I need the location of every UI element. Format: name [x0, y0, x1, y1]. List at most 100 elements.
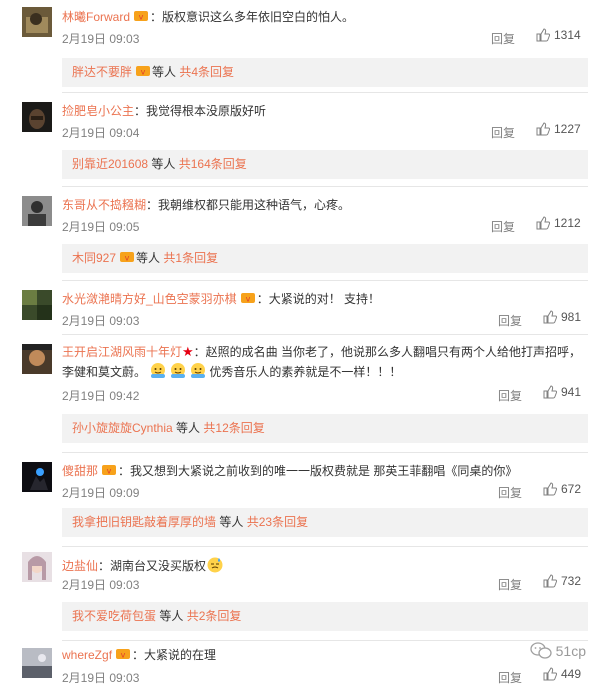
divider: [62, 280, 588, 281]
watermark-text: 51cp: [555, 643, 586, 659]
emoji-hug-icon: [171, 363, 186, 378]
avatar[interactable]: [22, 344, 52, 374]
subreply-middle: 等人: [152, 65, 177, 79]
svg-text:v: v: [141, 68, 146, 77]
avatar[interactable]: [22, 462, 52, 492]
avatar[interactable]: [22, 648, 52, 678]
like-button[interactable]: 732: [543, 574, 581, 588]
subreply-count[interactable]: 共1条回复: [163, 251, 218, 265]
username-link[interactable]: 东哥从不捣糨糊: [62, 198, 146, 212]
like-count: 1314: [554, 28, 581, 42]
comment-line: 傻甜那 v ：我又想到大紧说之前收到的唯一一版权费就是 那英王菲翻唱《同桌的你》: [62, 462, 588, 480]
comment-line: 林曦Forward v ：版权意识这么多年依旧空白的怕人。: [62, 8, 588, 26]
like-button[interactable]: 449: [543, 667, 581, 681]
avatar[interactable]: [22, 552, 52, 582]
comment-item: whereZgf v ：大紧说的在理 2月19日 09:03 回复 449: [0, 644, 600, 686]
vip-badge-icon: v: [240, 293, 255, 304]
subreply-user[interactable]: 我拿把旧钥匙敲着厚厚的墙: [72, 515, 216, 529]
comment-time: 2月19日 09:03: [62, 671, 140, 685]
subreply-summary[interactable]: 胖达不要胖 v 等人 共4条回复: [62, 58, 588, 87]
reply-button[interactable]: 回复: [491, 218, 515, 235]
vip-badge-icon: v: [134, 11, 149, 22]
comment-text: ：版权意识这么多年依旧空白的怕人。: [150, 10, 355, 24]
comment-line: 水光潋滟晴方好_山色空蒙羽亦棋 v ：大紧说的对！ 支持！: [62, 290, 588, 308]
reply-button[interactable]: 回复: [491, 30, 515, 47]
avatar[interactable]: [22, 102, 52, 132]
subreply-user[interactable]: 别靠近201608: [72, 157, 148, 171]
comment-item: 傻甜那 v ：我又想到大紧说之前收到的唯一一版权费就是 那英王菲翻唱《同桌的你》 2…: [0, 456, 600, 548]
like-count: 1212: [554, 216, 581, 230]
subreply-summary[interactable]: 别靠近201608 等人 共164条回复: [62, 150, 588, 179]
svg-text:v: v: [245, 295, 250, 304]
divider: [62, 452, 588, 453]
subreply-user[interactable]: 孙小旋旋旋Cynthia: [72, 421, 173, 435]
comment-text: ：我朝维权都只能用这种语气，心疼。: [146, 198, 351, 212]
subreply-summary[interactable]: 孙小旋旋旋Cynthia 等人 共12条回复: [62, 414, 588, 443]
reply-button[interactable]: 回复: [498, 312, 522, 329]
reply-button[interactable]: 回复: [491, 124, 515, 141]
subreply-middle: 等人: [159, 609, 184, 623]
subreply-user[interactable]: 胖达不要胖: [72, 65, 132, 79]
like-button[interactable]: 981: [543, 310, 581, 324]
username-link[interactable]: 王开启江湖风雨十年灯: [62, 345, 182, 359]
comment-item: 林曦Forward v ：版权意识这么多年依旧空白的怕人。 2月19日 09:03 …: [0, 2, 600, 94]
comment-text: 优秀音乐人的素养就是不一样！！！: [209, 365, 402, 379]
comment-time: 2月19日 09:42: [62, 389, 140, 403]
username-link[interactable]: 林曦Forward: [62, 10, 130, 24]
comment-item: 王开启江湖风雨十年灯★：赵照的成名曲 当你老了，他说那么多人翻唱只有两个人给他打…: [0, 338, 600, 454]
avatar[interactable]: [22, 290, 52, 320]
username-link[interactable]: 捡肥皂小公主: [62, 104, 134, 118]
svg-text:v: v: [107, 467, 112, 476]
comment-text: ：大紧说的在理: [132, 648, 217, 662]
comment-text: ：湖南台又没买版权: [98, 559, 207, 573]
reply-button[interactable]: 回复: [498, 576, 522, 593]
subreply-count[interactable]: 共2条回复: [187, 609, 242, 623]
like-button[interactable]: 1227: [536, 122, 581, 136]
subreply-middle: 等人: [219, 515, 244, 529]
comment-text: ：大紧说的对！ 支持！: [256, 292, 381, 306]
username-link[interactable]: whereZgf: [62, 648, 112, 662]
svg-text:v: v: [125, 254, 130, 263]
emoji-sweat-icon: [207, 557, 223, 573]
comment-line: whereZgf v ：大紧说的在理: [62, 646, 588, 664]
emoji-hug-icon: [151, 363, 166, 378]
subreply-middle: 等人: [136, 251, 161, 265]
comment-item: 捡肥皂小公主：我觉得根本没原版好听 2月19日 09:04 回复 1227 别靠…: [0, 96, 600, 188]
reply-button[interactable]: 回复: [498, 669, 522, 686]
wechat-logo-icon: [529, 642, 552, 659]
comment-item: 边盐仙：湖南台又没买版权 2月19日 09:03 回复 732 我不爱吃荷包蛋 …: [0, 550, 600, 642]
subreply-count[interactable]: 共164条回复: [179, 157, 247, 171]
reply-button[interactable]: 回复: [498, 387, 522, 404]
subreply-summary[interactable]: 木同927 v 等人 共1条回复: [62, 244, 588, 273]
subreply-summary[interactable]: 我拿把旧钥匙敲着厚厚的墙 等人 共23条回复: [62, 508, 588, 537]
reply-button[interactable]: 回复: [498, 484, 522, 501]
comment-item: 水光潋滟晴方好_山色空蒙羽亦棋 v ：大紧说的对！ 支持！ 2月19日 09:03 …: [0, 284, 600, 334]
like-count: 449: [561, 667, 582, 681]
watermark: 51cp: [529, 642, 586, 660]
like-count: 732: [561, 574, 582, 588]
thumbs-up-icon: [543, 574, 558, 588]
avatar[interactable]: [22, 7, 52, 37]
subreply-count[interactable]: 共4条回复: [179, 65, 234, 79]
avatar[interactable]: [22, 196, 52, 226]
comment-time: 2月19日 09:03: [62, 314, 140, 328]
divider: [62, 334, 588, 335]
subreply-user[interactable]: 我不爱吃荷包蛋: [72, 609, 156, 623]
like-button[interactable]: 941: [543, 385, 581, 399]
like-button[interactable]: 1212: [536, 216, 581, 230]
comment-item: 东哥从不捣糨糊：我朝维权都只能用这种语气，心疼。 2月19日 09:05 回复 …: [0, 190, 600, 282]
subreply-summary[interactable]: 我不爱吃荷包蛋 等人 共2条回复: [62, 602, 588, 631]
comment-text: ：我又想到大紧说之前收到的唯一一版权费就是 那英王菲翻唱《同桌的你》: [118, 464, 518, 478]
username-link[interactable]: 水光潋滟晴方好_山色空蒙羽亦棋: [62, 292, 237, 306]
like-button[interactable]: 672: [543, 482, 581, 496]
thumbs-up-icon: [536, 28, 551, 42]
subreply-count[interactable]: 共23条回复: [247, 515, 308, 529]
username-link[interactable]: 傻甜那: [62, 464, 98, 478]
like-button[interactable]: 1314: [536, 28, 581, 42]
subreply-count[interactable]: 共12条回复: [203, 421, 264, 435]
like-count: 1227: [554, 122, 581, 136]
subreply-user[interactable]: 木同927: [72, 251, 116, 265]
username-link[interactable]: 边盐仙: [62, 559, 98, 573]
like-count: 672: [561, 482, 582, 496]
subreply-middle: 等人: [151, 157, 176, 171]
